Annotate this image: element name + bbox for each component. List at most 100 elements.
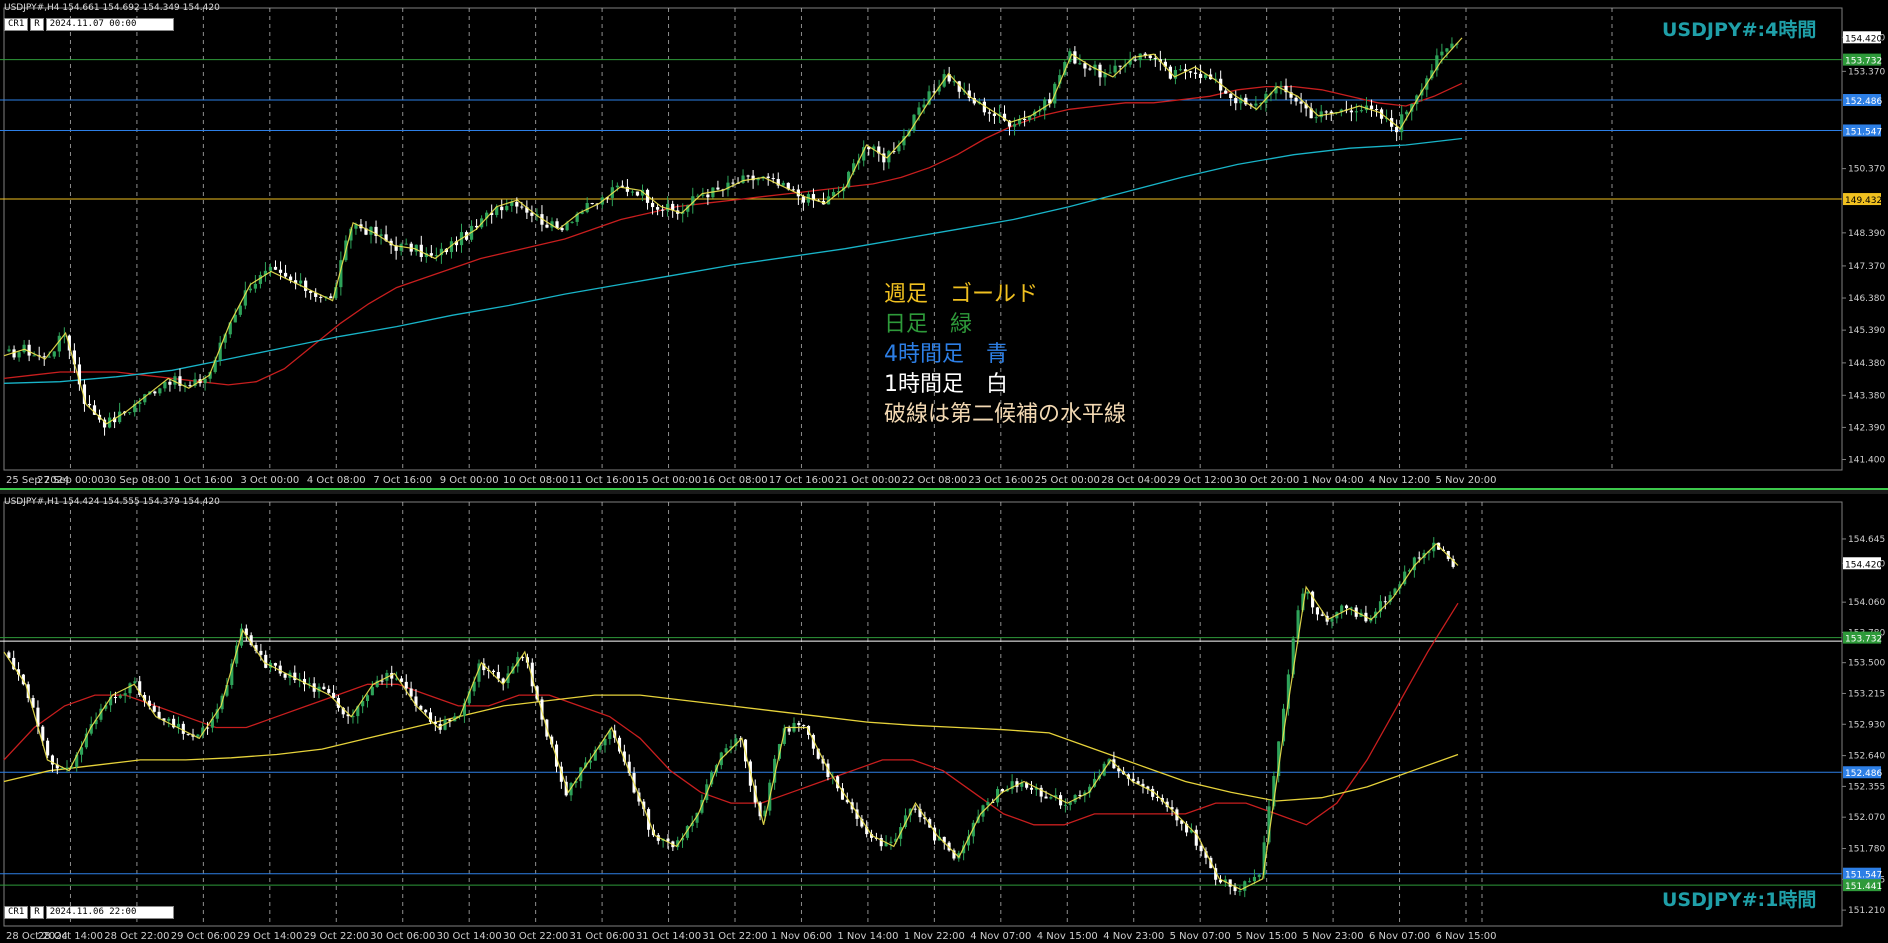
candle-body (203, 378, 207, 384)
price-label: 153.732 (1845, 635, 1882, 645)
candle-body (746, 175, 750, 177)
candle-body (1199, 845, 1203, 852)
zigzag-line (3, 37, 1463, 425)
candle-body (196, 734, 200, 737)
candle-body (1133, 59, 1137, 61)
candle-body (404, 243, 408, 245)
candle-body (319, 296, 323, 298)
x-tick-label: 29 Oct 12:00 (1168, 475, 1233, 486)
candle-body (113, 696, 118, 698)
ma-line-ma-red (3, 82, 1463, 386)
price-label: 152.486 (1845, 769, 1882, 779)
legend-h4: 4時間足 青 (884, 342, 1008, 367)
candle-body (1349, 110, 1354, 113)
x-tick-label: 30 Oct 22:00 (503, 931, 568, 942)
x-tick-label: 4 Nov 23:00 (1103, 931, 1164, 942)
candle-body (1063, 804, 1067, 806)
candle-body (259, 650, 263, 655)
x-tick-label: 30 Sep 08:00 (104, 475, 171, 486)
h1-chart-svg[interactable]: 28 Oct 202428 Oct 14:00 28 Oct 22:00 29 Oc… (0, 494, 1888, 943)
candle-body (1224, 90, 1228, 94)
h4-tag-r[interactable]: R (30, 18, 44, 31)
candle-body (1029, 787, 1034, 790)
y-tick-label: 153.215 (1848, 689, 1885, 699)
candle-body (1044, 796, 1048, 799)
candle-body (1043, 99, 1047, 111)
x-tick-label: 4 Nov 12:00 (1369, 475, 1430, 486)
candle-body (273, 663, 277, 666)
candle-body (65, 767, 69, 769)
y-tick-label: 145.390 (1848, 326, 1885, 336)
candle-body (620, 185, 625, 187)
x-tick-label: 10 Oct 08:00 (503, 475, 568, 486)
x-tick-label: 3 Oct 00:00 (240, 475, 299, 486)
x-tick-label: 30 Oct 20:00 (1234, 475, 1299, 486)
h4-chart-panel[interactable]: 25 Sep 2024 27 Sep 00:00 30 Sep 08:00 1 Oct… (0, 0, 1888, 488)
x-tick-label: 21 Oct 00:00 (835, 475, 900, 486)
candle-body (1108, 72, 1112, 74)
candle-body (128, 683, 132, 694)
h1-chart-panel[interactable]: 28 Oct 2024 28 Oct 14:00 28 Oct 22:00 29 Oc… (0, 494, 1888, 943)
x-tick-label: 15 Oct 00:00 (636, 475, 701, 486)
x-tick-label: 5 Nov 15:00 (1236, 931, 1297, 942)
candle-body (1078, 63, 1082, 65)
ma-line-ma-cyan (3, 137, 1463, 384)
x-tick-label: 1 Nov 06:00 (771, 931, 832, 942)
x-tick-label: 1 Oct 16:00 (174, 475, 233, 486)
x-tick-label: 1 Nov 04:00 (1303, 475, 1364, 486)
candle-body (152, 706, 156, 712)
x-tick-label: 5 Nov 23:00 (1303, 931, 1364, 942)
candle-body (560, 228, 564, 231)
candle-body (724, 748, 728, 753)
candle-body (1440, 51, 1444, 56)
x-tick-label: 28 Oct 22:00 (104, 931, 169, 942)
candle-body (630, 191, 635, 193)
candle-body (1315, 607, 1319, 615)
x-tick-label: 27 Sep 00:00 (37, 475, 104, 486)
x-tick-label: 6 Nov 07:00 (1369, 931, 1430, 942)
candle-body (615, 185, 619, 188)
x-tick-label: 16 Oct 08:00 (702, 475, 767, 486)
candle-body (1369, 105, 1374, 110)
candle-body (1344, 605, 1349, 609)
candle-body (429, 253, 433, 256)
x-tick-label: 28 Oct 14:00 (38, 931, 103, 942)
candle-body (1294, 97, 1298, 102)
candle-body (1012, 124, 1017, 127)
candle-body (153, 391, 157, 394)
x-tick-label: 31 Oct 06:00 (569, 931, 634, 942)
candle-body (299, 280, 303, 284)
y-tick-label: 142.390 (1848, 423, 1885, 433)
candle-body (802, 725, 806, 727)
h1-tag-r[interactable]: R (30, 906, 44, 919)
candle-body (1395, 126, 1399, 133)
candle-body (797, 723, 801, 726)
h1-symbol-title: USDJPY#:1時間 (1662, 889, 1817, 911)
candle-body (1279, 85, 1283, 87)
h1-header-label: USDJPY#,H1 154.424 154.555 154.379 154.4… (4, 497, 220, 507)
y-tick-label: 152.640 (1848, 752, 1885, 762)
candle-body (1113, 65, 1117, 73)
candle-body (661, 209, 665, 211)
candle-body (365, 695, 370, 702)
y-tick-label: 141.400 (1848, 456, 1885, 466)
legend-box: 週足 ゴールド 日足 緑 4時間足 青 1時間足 白 破線は第二候補の水平線 (884, 280, 1126, 430)
candle-body (917, 107, 921, 115)
h1-tag-group: CR1 R 2024.11.06 22:00 (4, 906, 174, 919)
y-tick-label: 152.355 (1848, 782, 1885, 792)
last-price-label: 154.420 (1845, 34, 1882, 44)
candle-body (329, 296, 333, 299)
candle-body (1445, 48, 1449, 52)
price-label: 151.441 (1845, 882, 1882, 892)
candle-body (1151, 788, 1155, 797)
h1-tag-cr[interactable]: CR1 (4, 906, 29, 919)
candle-body (57, 335, 61, 352)
price-label: 149.432 (1845, 196, 1882, 206)
candle-body (1383, 601, 1387, 603)
candle-body (1118, 65, 1122, 67)
y-tick-label: 152.070 (1848, 813, 1885, 823)
candle-body (771, 178, 775, 180)
candle-body (1248, 881, 1252, 883)
h4-tag-cr[interactable]: CR1 (4, 18, 29, 31)
candle-body (123, 693, 127, 696)
